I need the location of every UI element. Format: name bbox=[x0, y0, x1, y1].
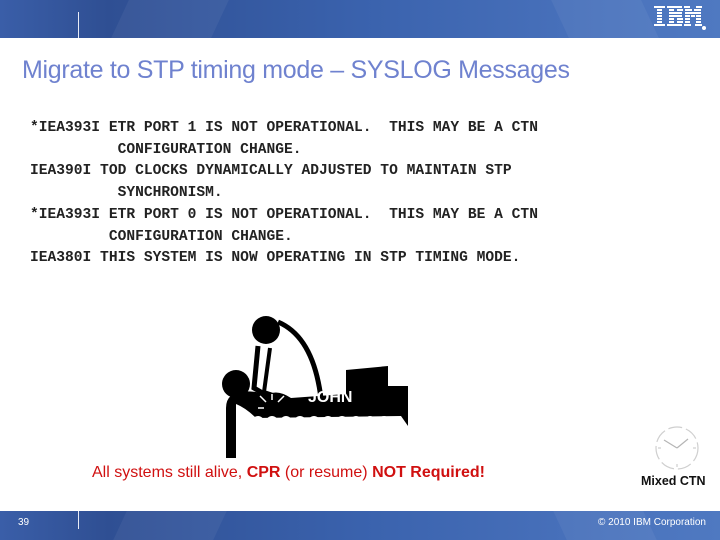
caption-text: (or resume) bbox=[280, 464, 373, 481]
caption: All systems still alive, CPR (or resume)… bbox=[92, 464, 485, 482]
syslog-messages: *IEA393I ETR PORT 1 IS NOT OPERATIONAL. … bbox=[30, 118, 538, 270]
caption-text: All systems still alive, bbox=[92, 464, 247, 481]
syslog-line: CONFIGURATION CHANGE. bbox=[30, 228, 293, 245]
footer-band: 39 © 2010 IBM Corporation bbox=[0, 511, 720, 540]
page-number: 39 bbox=[18, 517, 30, 528]
syslog-line: IEA380I THIS SYSTEM IS NOW OPERATING IN … bbox=[30, 250, 521, 267]
ibm-logo-icon bbox=[654, 6, 706, 30]
john-label: JOHN bbox=[308, 389, 353, 406]
clock-label: Mixed CTN bbox=[641, 474, 706, 488]
caption-emphasis: NOT Required! bbox=[372, 464, 485, 481]
copyright: © 2010 IBM Corporation bbox=[598, 517, 706, 528]
clock-icon bbox=[655, 426, 699, 470]
header-band bbox=[0, 0, 720, 38]
page-title: Migrate to STP timing mode – SYSLOG Mess… bbox=[22, 56, 570, 84]
caption-emphasis: CPR bbox=[246, 464, 281, 481]
header-divider bbox=[78, 12, 79, 38]
cpr-illustration-icon bbox=[222, 316, 408, 460]
syslog-line: IEA390I TOD CLOCKS DYNAMICALLY ADJUSTED … bbox=[30, 163, 512, 180]
syslog-line: CONFIGURATION CHANGE. bbox=[30, 141, 302, 158]
footer-divider bbox=[78, 511, 79, 529]
syslog-line: *IEA393I ETR PORT 0 IS NOT OPERATIONAL. … bbox=[30, 206, 538, 223]
syslog-line: SYNCHRONISM. bbox=[30, 185, 223, 202]
syslog-line: *IEA393I ETR PORT 1 IS NOT OPERATIONAL. … bbox=[30, 120, 538, 136]
